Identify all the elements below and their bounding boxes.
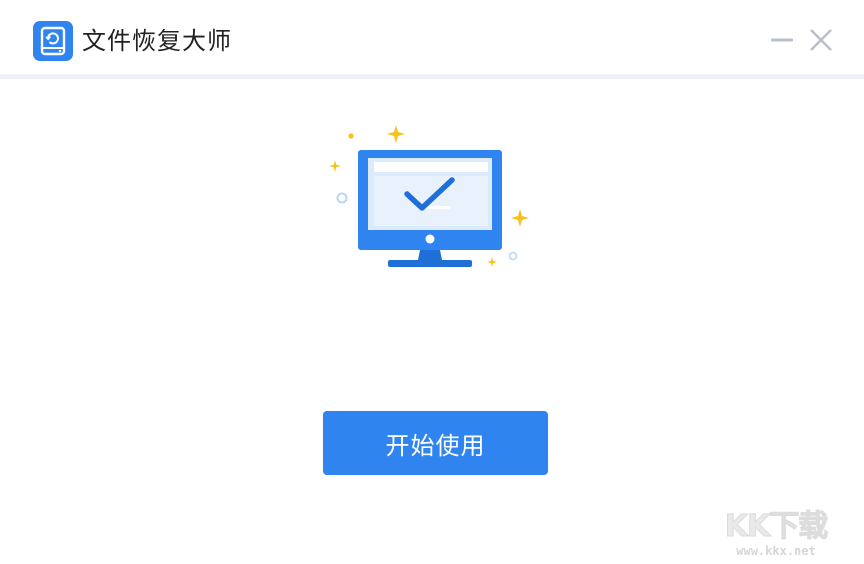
monitor-checkmark-illustration (329, 125, 529, 267)
close-icon[interactable] (808, 27, 834, 53)
start-button[interactable]: 开始使用 (323, 411, 548, 475)
hard-drive-recovery-icon (33, 21, 73, 61)
monitor-stand (388, 260, 472, 267)
sparkle-icon (387, 125, 405, 143)
app-title: 文件恢复大师 (82, 27, 232, 55)
watermark-url: www.kkx.net (736, 544, 816, 558)
minimize-icon[interactable] (769, 27, 795, 53)
sparkle-icon (329, 160, 341, 172)
watermark: KK下载 www.kkx.net (716, 509, 836, 558)
sparkle-icon (487, 257, 497, 267)
watermark-logo: KK下载 (724, 509, 829, 544)
sparkle-icon (511, 209, 529, 227)
title-bar: 文件恢复大师 (0, 0, 864, 79)
